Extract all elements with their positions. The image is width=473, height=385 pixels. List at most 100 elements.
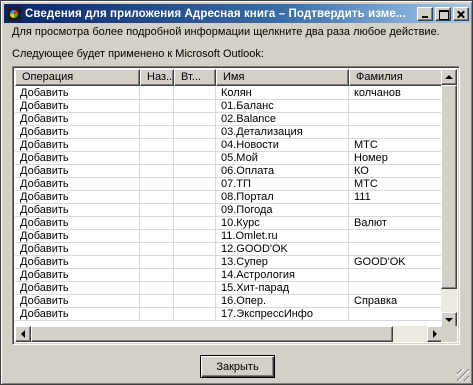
cell-second: [174, 126, 216, 139]
cell-title: [140, 204, 174, 217]
cell-name: 02.Balance: [216, 113, 349, 126]
cell-surname: Валют: [349, 217, 442, 230]
list-row[interactable]: Добавить 14.Астрология: [15, 269, 442, 282]
cell-surname: МТС: [349, 139, 442, 152]
close-icon[interactable]: [453, 6, 469, 21]
cell-name: 01.Баланс: [216, 100, 349, 113]
cell-operation: Добавить: [15, 308, 140, 321]
cell-second: [174, 230, 216, 243]
column-header-second[interactable]: Вт...: [174, 69, 216, 86]
list-row[interactable]: Добавить 17.ЭкспрессИнфо: [15, 308, 442, 321]
cell-operation: Добавить: [15, 165, 140, 178]
list-rows: Добавить Колян колчанов Добавить 01.Баланс До…: [15, 87, 442, 344]
cell-title: [140, 165, 174, 178]
list-row[interactable]: Добавить 09.Погода: [15, 204, 442, 217]
app-icon[interactable]: [7, 6, 21, 21]
size-grip-icon[interactable]: [457, 369, 469, 381]
cell-name: 07.ТП: [216, 178, 349, 191]
cell-title: [140, 126, 174, 139]
cell-surname: 111: [349, 191, 442, 204]
cell-operation: Добавить: [15, 87, 140, 100]
cell-title: [140, 139, 174, 152]
list-row[interactable]: Добавить 03.Детализация: [15, 126, 442, 139]
list-caption: Следующее будет применено к Microsoft Ou…: [12, 48, 264, 60]
cell-title: [140, 282, 174, 295]
cell-name: 16.Опер.: [216, 295, 349, 308]
cell-surname: Справка: [349, 295, 442, 308]
cell-title: [140, 269, 174, 282]
list-row[interactable]: Добавить 08.Портал 111: [15, 191, 442, 204]
column-header-title[interactable]: Наз...: [140, 69, 174, 86]
cell-surname: [349, 308, 442, 321]
changes-list[interactable]: Операция Наз... Вт... Имя Фамилия Добави…: [12, 66, 460, 345]
cell-operation: Добавить: [15, 256, 140, 269]
vertical-scrollbar[interactable]: [441, 69, 457, 328]
cell-second: [174, 308, 216, 321]
cell-operation: Добавить: [15, 191, 140, 204]
list-row[interactable]: Добавить 07.ТП МТС: [15, 178, 442, 191]
cell-surname: [349, 282, 442, 295]
horizontal-scroll-thumb[interactable]: [31, 326, 393, 342]
cell-second: [174, 295, 216, 308]
list-row[interactable]: Добавить 12.GOOD'OK: [15, 243, 442, 256]
cell-second: [174, 152, 216, 165]
maximize-icon[interactable]: [435, 6, 451, 21]
cell-name: 15.Хит-парад: [216, 282, 349, 295]
cell-name: 08.Портал: [216, 191, 349, 204]
column-header-surname[interactable]: Фамилия: [349, 69, 444, 86]
cell-surname: [349, 243, 442, 256]
list-row[interactable]: Добавить 06.Оплата КО: [15, 165, 442, 178]
cell-title: [140, 256, 174, 269]
cell-name: 03.Детализация: [216, 126, 349, 139]
cell-second: [174, 282, 216, 295]
cell-title: [140, 295, 174, 308]
cell-surname: Номер: [349, 152, 442, 165]
cell-second: [174, 178, 216, 191]
close-button[interactable]: Закрыть: [200, 355, 275, 378]
cell-second: [174, 87, 216, 100]
scroll-left-icon[interactable]: [15, 326, 31, 342]
cell-second: [174, 165, 216, 178]
cell-operation: Добавить: [15, 178, 140, 191]
list-row[interactable]: Добавить 16.Опер. Справка: [15, 295, 442, 308]
cell-surname: МТС: [349, 178, 442, 191]
list-row[interactable]: Добавить 02.Balance: [15, 113, 442, 126]
cell-operation: Добавить: [15, 113, 140, 126]
title-bar[interactable]: Сведения для приложения Адресная книга –…: [4, 4, 471, 23]
list-row[interactable]: Добавить 04.Новости МТС: [15, 139, 442, 152]
cell-operation: Добавить: [15, 126, 140, 139]
vertical-scroll-thumb[interactable]: [441, 85, 457, 289]
cell-second: [174, 269, 216, 282]
cell-operation: Добавить: [15, 269, 140, 282]
cell-surname: [349, 230, 442, 243]
horizontal-scrollbar[interactable]: [15, 326, 443, 342]
minimize-icon[interactable]: [417, 6, 433, 21]
column-header-name[interactable]: Имя: [216, 69, 349, 86]
cell-name: 10.Курс: [216, 217, 349, 230]
cell-second: [174, 191, 216, 204]
list-row[interactable]: Добавить Колян колчанов: [15, 87, 442, 100]
cell-title: [140, 230, 174, 243]
cell-surname: [349, 126, 442, 139]
list-row[interactable]: Добавить 13.Супер GOOD'OK: [15, 256, 442, 269]
cell-surname: [349, 113, 442, 126]
list-row[interactable]: Добавить 15.Хит-парад: [15, 282, 442, 295]
dialog-window: Сведения для приложения Адресная книга –…: [0, 0, 473, 385]
cell-title: [140, 308, 174, 321]
cell-operation: Добавить: [15, 295, 140, 308]
list-row[interactable]: Добавить 11.Omlet.ru: [15, 230, 442, 243]
column-header-operation[interactable]: Операция: [15, 69, 140, 86]
window-title: Сведения для приложения Адресная книга –…: [25, 7, 406, 20]
cell-second: [174, 256, 216, 269]
cell-name: 09.Погода: [216, 204, 349, 217]
list-row[interactable]: Добавить 05.Мой Номер: [15, 152, 442, 165]
list-row[interactable]: Добавить 01.Баланс: [15, 100, 442, 113]
cell-operation: Добавить: [15, 139, 140, 152]
cell-title: [140, 243, 174, 256]
list-row[interactable]: Добавить 10.Курс Валют: [15, 217, 442, 230]
cell-title: [140, 113, 174, 126]
cell-operation: Добавить: [15, 282, 140, 295]
cell-second: [174, 204, 216, 217]
list-header: Операция Наз... Вт... Имя Фамилия: [15, 69, 444, 86]
scroll-up-icon[interactable]: [441, 69, 457, 85]
